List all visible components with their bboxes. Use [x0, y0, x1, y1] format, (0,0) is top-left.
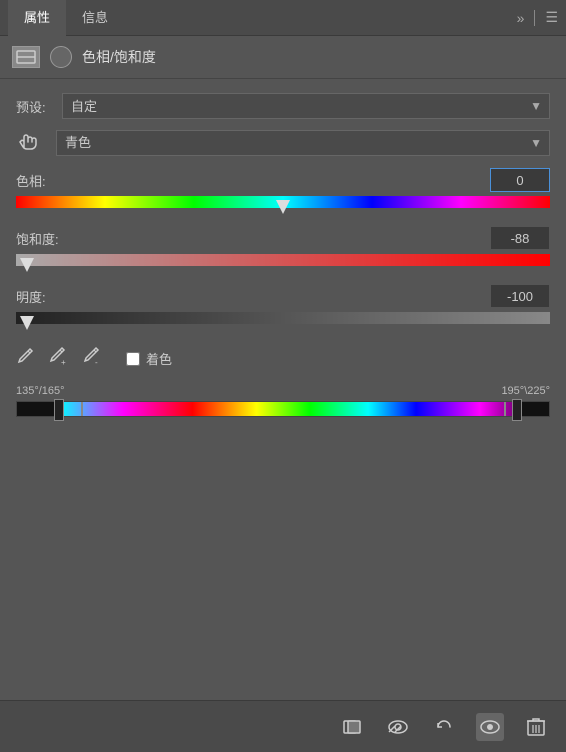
range-handle-left[interactable]	[54, 399, 64, 421]
panel-title: 色相/饱和度	[82, 47, 156, 67]
eyedropper-row: + - 着色	[16, 342, 550, 375]
saturation-thumb[interactable]	[20, 258, 34, 272]
lightness-slider-track[interactable]	[16, 312, 550, 324]
tab-bar: 属性 信息 » ☰	[0, 0, 566, 36]
hand-icon	[16, 129, 46, 156]
hue-thumb[interactable]	[276, 200, 290, 214]
preset-select-wrapper: 自定 默认 强饱和度 去色 深褐色 ▼	[62, 93, 550, 119]
lightness-header: 明度:	[16, 284, 550, 308]
hue-section: 色相:	[16, 168, 550, 208]
svg-text:-: -	[95, 358, 98, 366]
preset-row: 预设: 自定 默认 强饱和度 去色 深褐色 ▼	[16, 93, 550, 119]
tab-info[interactable]: 信息	[66, 0, 124, 36]
mask-button[interactable]	[338, 713, 366, 741]
preset-select[interactable]: 自定 默认 强饱和度 去色 深褐色	[62, 93, 550, 119]
channel-select[interactable]: 全图 红色 黄色 绿色 青色 蓝色 洋红	[56, 130, 550, 156]
visibility-button[interactable]	[384, 713, 412, 741]
saturation-section: 饱和度:	[16, 226, 550, 266]
range-labels: 135°/165° 195°\225°	[16, 385, 550, 397]
expand-icon[interactable]: »	[517, 10, 525, 26]
content-area: 预设: 自定 默认 强饱和度 去色 深褐色 ▼ 全图 红色 黄色 绿色	[0, 79, 566, 431]
color-range-bar-container	[16, 401, 550, 417]
hue-label: 色相:	[16, 171, 46, 190]
adjustment-layer-icon	[16, 50, 36, 64]
panel-icon-box	[12, 46, 40, 68]
color-range-bar[interactable]	[16, 401, 550, 417]
preset-label: 预设:	[16, 97, 62, 116]
channel-row: 全图 红色 黄色 绿色 青色 蓝色 洋红 ▼	[16, 129, 550, 156]
range-dark-right	[522, 402, 549, 416]
channel-select-wrapper: 全图 红色 黄色 绿色 青色 蓝色 洋红 ▼	[56, 130, 550, 156]
hue-input[interactable]	[490, 168, 550, 192]
lightness-input[interactable]	[490, 284, 550, 308]
svg-text:+: +	[61, 358, 66, 366]
colorize-label: 着色	[146, 349, 172, 368]
saturation-header: 饱和度:	[16, 226, 550, 250]
panel-circle-icon	[50, 46, 72, 68]
colorize-checkbox-row: 着色	[126, 349, 172, 368]
eye-button[interactable]	[476, 713, 504, 741]
range-left-label: 135°/165°	[16, 385, 65, 397]
range-dark-left	[17, 402, 54, 416]
saturation-slider-track[interactable]	[16, 254, 550, 266]
tab-icons: » ☰	[517, 9, 558, 26]
eyedropper-icon[interactable]	[16, 347, 34, 370]
saturation-label: 饱和度:	[16, 229, 59, 248]
delete-button[interactable]	[522, 713, 550, 741]
hue-slider-track[interactable]	[16, 196, 550, 208]
eyedropper-plus-icon[interactable]: +	[48, 346, 68, 371]
menu-icon[interactable]: ☰	[545, 9, 558, 26]
tab-divider	[534, 10, 535, 26]
bottom-toolbar	[0, 700, 566, 752]
range-inner-left	[81, 402, 83, 416]
lightness-thumb[interactable]	[20, 316, 34, 330]
colorize-checkbox[interactable]	[126, 352, 140, 366]
panel-header: 色相/饱和度	[0, 36, 566, 79]
eyedropper-minus-icon[interactable]: -	[82, 346, 102, 371]
tab-properties[interactable]: 属性	[8, 0, 66, 36]
range-inner-right	[504, 402, 506, 416]
lightness-section: 明度:	[16, 284, 550, 324]
range-right-label: 195°\225°	[501, 385, 550, 397]
hue-header: 色相:	[16, 168, 550, 192]
range-row: 135°/165° 195°\225°	[16, 385, 550, 417]
lightness-label: 明度:	[16, 287, 46, 306]
reset-button[interactable]	[430, 713, 458, 741]
saturation-input[interactable]	[490, 226, 550, 250]
range-handle-right[interactable]	[512, 399, 522, 421]
